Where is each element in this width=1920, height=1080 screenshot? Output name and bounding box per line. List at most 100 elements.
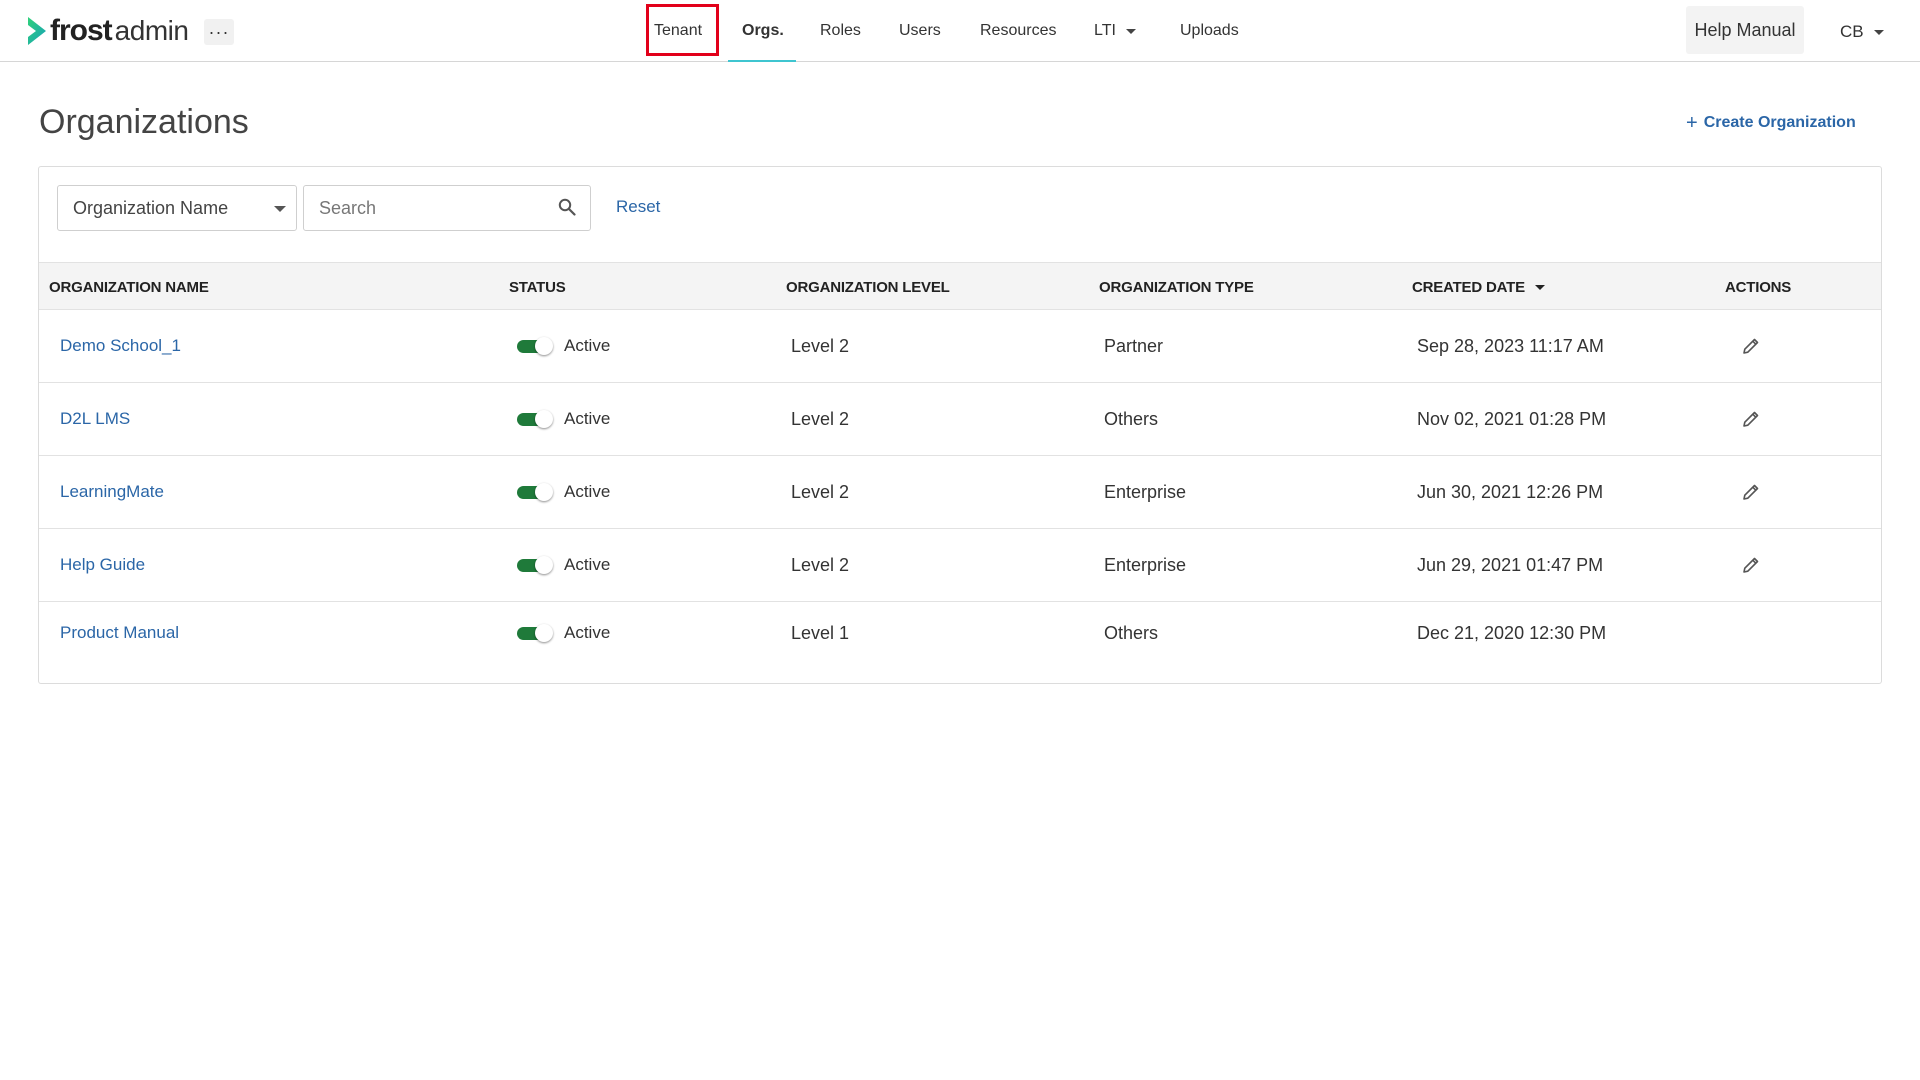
search-box <box>303 185 591 231</box>
help-manual-button[interactable]: Help Manual <box>1686 6 1804 54</box>
chevron-logo-icon <box>28 17 46 45</box>
org-name-link[interactable]: D2L LMS <box>60 409 130 429</box>
actions-cell <box>1742 529 1760 601</box>
column-header-name[interactable]: ORGANIZATION NAME <box>49 263 209 311</box>
pencil-icon[interactable] <box>1742 337 1760 355</box>
status-text: Active <box>564 409 611 428</box>
filter-field-select[interactable]: Organization Name <box>57 185 297 231</box>
ellipsis-icon: ··· <box>208 22 230 42</box>
created-date-cell: Nov 02, 2021 01:28 PM <box>1417 408 1607 429</box>
nav-item-lti[interactable]: LTI <box>1094 0 1136 62</box>
actions-cell <box>1742 383 1760 455</box>
logo-word: frost <box>50 14 113 47</box>
column-header-actions: ACTIONS <box>1725 263 1791 311</box>
nav-label: Resources <box>980 22 1057 39</box>
org-name-link[interactable]: Demo School_1 <box>60 336 181 356</box>
user-menu[interactable]: CB <box>1840 20 1884 44</box>
status-text: Active <box>564 623 611 642</box>
org-type-cell: Enterprise <box>1104 554 1187 575</box>
status-text: Active <box>564 336 611 355</box>
column-header-created-date[interactable]: CREATED DATE <box>1412 263 1545 311</box>
created-date-cell: Jun 29, 2021 01:47 PM <box>1417 554 1604 575</box>
status-toggle[interactable] <box>517 624 553 642</box>
actions-cell <box>1742 456 1760 528</box>
sort-caret-icon <box>1534 284 1545 290</box>
status-text: Active <box>564 555 611 574</box>
table-row: Demo School_1 Active Level 2 Partner Sep… <box>39 310 1881 383</box>
status-toggle[interactable] <box>517 410 553 428</box>
status-toggle[interactable] <box>517 483 553 501</box>
column-header-label: CREATED DATE <box>1412 278 1525 296</box>
create-organization-button[interactable]: + Create Organization <box>1686 113 1856 133</box>
page-title: Organizations <box>39 103 249 141</box>
org-level-cell: Level 2 <box>791 554 850 575</box>
search-icon[interactable] <box>558 198 576 216</box>
actions-cell <box>1742 310 1760 382</box>
org-type-cell: Others <box>1104 622 1159 643</box>
frost-admin-logo[interactable]: frost admin <box>26 14 189 48</box>
user-initials: CB <box>1840 22 1864 41</box>
org-level-cell: Level 1 <box>791 622 850 643</box>
pencil-icon[interactable] <box>1742 410 1760 428</box>
org-level-cell: Level 2 <box>791 481 850 502</box>
status-toggle[interactable] <box>517 556 553 574</box>
highlight-box <box>646 4 719 56</box>
status-cell: Active <box>517 602 610 664</box>
created-date-cell: Jun 30, 2021 12:26 PM <box>1417 481 1604 502</box>
status-cell: Active <box>517 456 610 528</box>
column-header-label: ORGANIZATION LEVEL <box>786 278 950 296</box>
org-name-cell: Product Manual <box>60 602 179 664</box>
pencil-icon[interactable] <box>1742 556 1760 574</box>
table-row: D2L LMS Active Level 2 Others Nov 02, 20… <box>39 383 1881 456</box>
org-name-cell: Help Guide <box>60 529 145 601</box>
created-date-cell: Dec 21, 2020 12:30 PM <box>1417 622 1607 643</box>
nav-label: LTI <box>1094 22 1116 39</box>
caret-down-icon <box>1125 28 1136 34</box>
org-level-cell: Level 2 <box>791 335 850 356</box>
column-header-label: ACTIONS <box>1725 278 1792 296</box>
search-input[interactable] <box>304 186 544 230</box>
nav-label: Roles <box>820 22 861 39</box>
pencil-icon[interactable] <box>1742 483 1760 501</box>
nav-item-users[interactable]: Users <box>899 0 941 62</box>
table-row: Product Manual Active Level 1 Others Dec… <box>39 602 1881 664</box>
table-row: LearningMate Active Level 2 Enterprise J… <box>39 456 1881 529</box>
org-name-cell: LearningMate <box>60 456 164 528</box>
column-header-label: STATUS <box>509 278 566 296</box>
filter-field-value: Organization Name <box>73 197 229 218</box>
status-toggle[interactable] <box>517 337 553 355</box>
caret-down-icon <box>274 206 286 212</box>
org-type-cell: Others <box>1104 408 1159 429</box>
nav-label: Orgs. <box>742 22 784 39</box>
column-header-label: ORGANIZATION TYPE <box>1099 278 1254 296</box>
nav-label: Uploads <box>1180 22 1239 39</box>
org-name-cell: Demo School_1 <box>60 310 181 382</box>
column-header-level[interactable]: ORGANIZATION LEVEL <box>786 263 950 311</box>
nav-item-orgs[interactable]: Orgs. <box>742 0 784 62</box>
org-type-cell: Partner <box>1104 335 1164 356</box>
create-organization-label: Create Organization <box>1703 114 1856 131</box>
nav-item-resources[interactable]: Resources <box>980 0 1056 62</box>
caret-down-icon <box>1873 29 1884 35</box>
table-row: Help Guide Active Level 2 Enterprise Jun… <box>39 529 1881 602</box>
org-name-link[interactable]: LearningMate <box>60 482 164 502</box>
status-text: Active <box>564 482 611 501</box>
status-cell: Active <box>517 383 610 455</box>
nav-label: Users <box>899 22 941 39</box>
status-cell: Active <box>517 310 610 382</box>
column-header-status[interactable]: STATUS <box>509 263 566 311</box>
nav-item-roles[interactable]: Roles <box>820 0 861 62</box>
org-level-cell: Level 2 <box>791 408 850 429</box>
table-header: ORGANIZATION NAME STATUS ORGANIZATION LE… <box>39 262 1881 310</box>
org-name-link[interactable]: Help Guide <box>60 555 145 575</box>
org-name-link[interactable]: Product Manual <box>60 623 179 643</box>
organizations-card: Organization Name Reset ORGANIZATION NAM… <box>38 166 1882 684</box>
column-header-type[interactable]: ORGANIZATION TYPE <box>1099 263 1254 311</box>
help-manual-label: Help Manual <box>1694 19 1796 40</box>
org-type-cell: Enterprise <box>1104 481 1187 502</box>
more-apps-button[interactable]: ··· <box>204 19 234 45</box>
nav-item-uploads[interactable]: Uploads <box>1180 0 1239 62</box>
column-header-label: ORGANIZATION NAME <box>49 278 209 296</box>
reset-filters-link[interactable]: Reset <box>616 197 660 217</box>
logo-sub: admin <box>114 15 189 46</box>
